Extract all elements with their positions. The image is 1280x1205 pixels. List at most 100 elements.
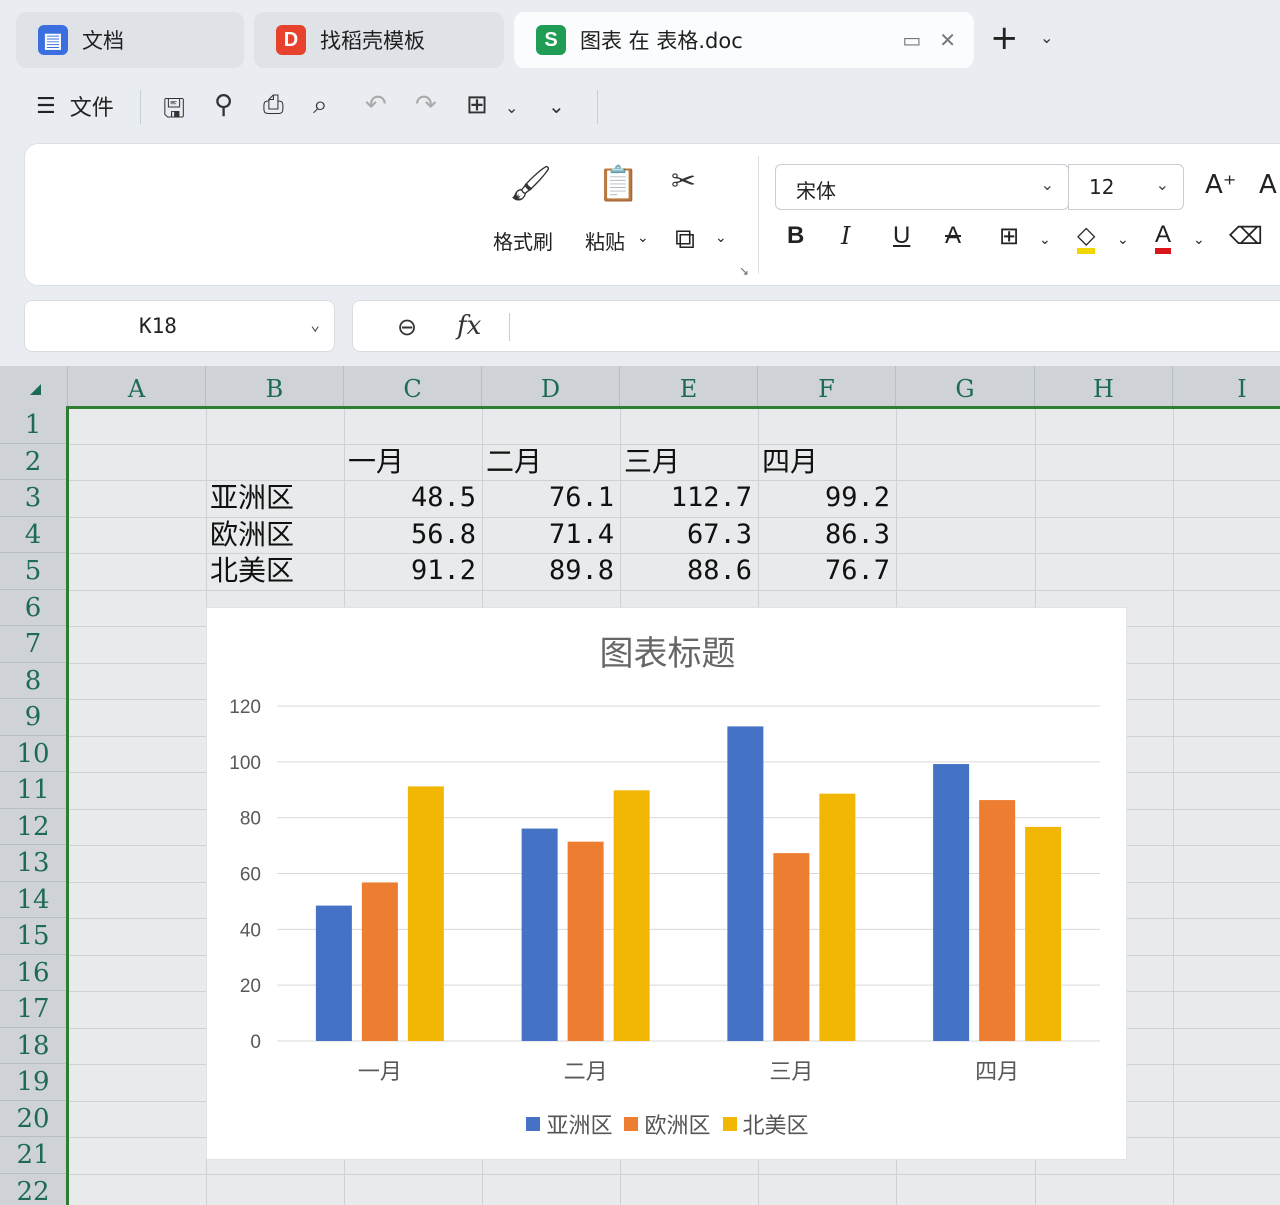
chevron-down-icon[interactable]: ⌄ xyxy=(1039,232,1051,248)
chevron-down-icon[interactable]: ⌄ xyxy=(637,230,649,246)
font-size-select[interactable]: 12 ⌄ xyxy=(1068,164,1184,210)
increase-font-size-button[interactable]: A⁺ xyxy=(1205,170,1237,200)
strikethrough-button[interactable]: A xyxy=(945,222,961,250)
cell-value[interactable]: 48.5 xyxy=(344,480,476,516)
cell-value[interactable]: 89.8 xyxy=(482,553,614,589)
cell-value[interactable]: 56.8 xyxy=(344,517,476,553)
cell-value[interactable]: 91.2 xyxy=(344,553,476,589)
format-painter-label[interactable]: 格式刷 xyxy=(493,226,553,255)
legend-item[interactable]: 亚洲区 xyxy=(526,1108,612,1140)
insert-function-button[interactable]: fx xyxy=(457,311,481,341)
formula-bar[interactable]: ⊖ fx xyxy=(352,300,1280,352)
cell-value[interactable]: 76.7 xyxy=(758,553,890,589)
row-header-4[interactable]: 4 xyxy=(0,516,66,553)
column-header-g[interactable]: G xyxy=(896,366,1035,407)
cell-value[interactable]: 88.6 xyxy=(620,553,752,589)
row-header-8[interactable]: 8 xyxy=(0,662,66,699)
italic-button[interactable]: I xyxy=(841,222,850,250)
more-icon[interactable]: ⌄ xyxy=(548,94,565,118)
eraser-icon[interactable]: ⌫ xyxy=(1229,222,1263,250)
cut-icon[interactable]: ✂ xyxy=(671,164,696,199)
font-color-button[interactable]: A xyxy=(1155,222,1172,254)
format-painter-icon[interactable]: 🖌 xyxy=(509,164,552,204)
chevron-down-icon[interactable]: ⌄ xyxy=(1117,232,1129,248)
cell-value[interactable]: 76.1 xyxy=(482,480,614,516)
row-header-12[interactable]: 12 xyxy=(0,808,66,845)
chevron-down-icon[interactable]: ⌄ xyxy=(310,315,320,334)
paste-label[interactable]: 粘贴 xyxy=(585,226,625,255)
row-header-19[interactable]: 19 xyxy=(0,1064,66,1101)
cell-value[interactable]: 71.4 xyxy=(482,517,614,553)
fill-color-icon[interactable]: ◇ xyxy=(1077,222,1096,254)
cell-month-header[interactable]: 一月 xyxy=(348,444,404,480)
column-header-b[interactable]: B xyxy=(206,366,344,407)
zoom-formula-icon[interactable]: ⊖ xyxy=(397,313,417,341)
row-header-11[interactable]: 11 xyxy=(0,772,66,809)
tab-docer-templates[interactable]: D 找稻壳模板 xyxy=(254,12,504,68)
column-header-c[interactable]: C xyxy=(344,366,482,407)
row-header-1[interactable]: 1 xyxy=(0,407,66,444)
bold-button[interactable]: B xyxy=(787,222,804,250)
legend-item[interactable]: 北美区 xyxy=(722,1108,809,1140)
chevron-down-icon[interactable]: ⌄ xyxy=(1193,232,1205,248)
row-header-17[interactable]: 17 xyxy=(0,991,66,1028)
new-tab-button[interactable]: + xyxy=(990,20,1019,56)
chevron-down-icon[interactable]: ⌄ xyxy=(505,98,518,117)
borders-icon[interactable]: ⊞ xyxy=(999,222,1019,250)
chevron-down-icon[interactable]: ⌄ xyxy=(715,230,727,246)
chart-legend[interactable]: 亚洲区 欧洲区 北美区 xyxy=(207,1108,1128,1140)
column-header-f[interactable]: F xyxy=(758,366,896,407)
cell-month-header[interactable]: 四月 xyxy=(762,444,818,480)
file-menu-button[interactable]: ☰ 文件 xyxy=(36,90,114,122)
decrease-font-size-button[interactable]: A xyxy=(1259,170,1277,200)
cell-month-header[interactable]: 三月 xyxy=(624,444,680,480)
tab-documents[interactable]: ▤ 文档 xyxy=(16,12,244,68)
print-icon[interactable]: ⎙ xyxy=(263,90,284,121)
clipboard-launcher-icon[interactable]: ↘ xyxy=(739,264,749,278)
cell-value[interactable]: 67.3 xyxy=(620,517,752,553)
column-header-h[interactable]: H xyxy=(1035,366,1173,407)
cell-value[interactable]: 86.3 xyxy=(758,517,890,553)
tab-active-spreadsheet[interactable]: S 图表 在 表格.doc ▭ ✕ xyxy=(514,12,974,68)
column-header-i[interactable]: I xyxy=(1173,366,1280,407)
column-header-a[interactable]: A xyxy=(68,366,206,407)
row-header-5[interactable]: 5 xyxy=(0,553,66,590)
paste-icon[interactable]: 📋 xyxy=(597,164,639,204)
legend-item[interactable]: 欧洲区 xyxy=(624,1108,711,1140)
close-icon[interactable]: ✕ xyxy=(939,28,956,52)
share-icon[interactable]: ⚲ xyxy=(214,90,233,120)
print-preview-icon[interactable]: ⌕ xyxy=(313,90,328,121)
cell-value[interactable]: 99.2 xyxy=(758,480,890,516)
row-header-16[interactable]: 16 xyxy=(0,954,66,991)
row-header-18[interactable]: 18 xyxy=(0,1027,66,1064)
cell-region-label[interactable]: 亚洲区 xyxy=(210,480,294,516)
chevron-down-icon[interactable]: ⌄ xyxy=(1040,28,1053,47)
row-header-10[interactable]: 10 xyxy=(0,735,66,772)
font-name-select[interactable]: 宋体 ⌄ xyxy=(775,164,1069,210)
row-header-9[interactable]: 9 xyxy=(0,699,66,736)
name-box[interactable]: K18 ⌄ xyxy=(24,300,335,352)
row-header-15[interactable]: 15 xyxy=(0,918,66,955)
row-header-7[interactable]: 7 xyxy=(0,626,66,663)
undo-icon[interactable]: ↶ xyxy=(365,90,387,120)
row-header-20[interactable]: 20 xyxy=(0,1100,66,1137)
row-header-22[interactable]: 22 xyxy=(0,1173,66,1205)
redo-icon[interactable]: ↷ xyxy=(415,90,437,120)
row-header-14[interactable]: 14 xyxy=(0,881,66,918)
float-window-icon[interactable]: ▭ xyxy=(902,28,921,52)
column-header-d[interactable]: D xyxy=(482,366,620,407)
copy-icon[interactable]: ⧉ xyxy=(675,222,695,256)
save-icon[interactable]: 🖫 xyxy=(163,90,185,134)
cell-region-label[interactable]: 北美区 xyxy=(210,553,294,589)
column-header-e[interactable]: E xyxy=(620,366,758,407)
table-format-icon[interactable]: ⊞ xyxy=(466,90,488,120)
cell-region-label[interactable]: 欧洲区 xyxy=(210,517,294,553)
bar-chart[interactable]: 图表标题 0 20 40 60 80 100 120 一月 二月 三月 四月 亚洲区 欧洲区 北美区 xyxy=(206,607,1127,1160)
row-header-6[interactable]: 6 xyxy=(0,589,66,626)
row-header-2[interactable]: 2 xyxy=(0,443,66,480)
row-header-3[interactable]: 3 xyxy=(0,480,66,517)
underline-button[interactable]: U xyxy=(893,222,910,250)
row-header-21[interactable]: 21 xyxy=(0,1137,66,1174)
cell-month-header[interactable]: 二月 xyxy=(486,444,542,480)
row-header-13[interactable]: 13 xyxy=(0,845,66,882)
